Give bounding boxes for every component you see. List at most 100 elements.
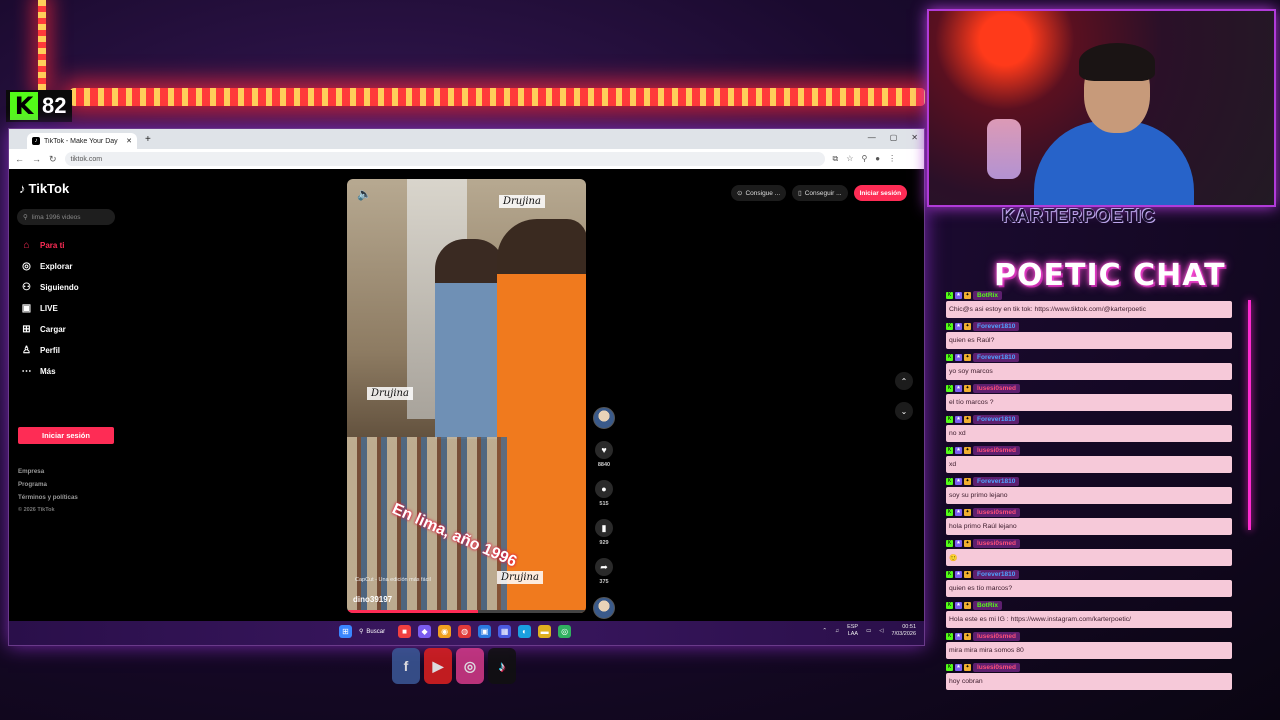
sidebar-item-siguiendo[interactable]: ⚇ Siguiendo [21, 277, 79, 298]
sidebar-item-cargar[interactable]: ⊞ Cargar [21, 319, 79, 340]
chat-message: K ★ ✦ lusesi0smed xd [946, 445, 1232, 473]
network-icon[interactable]: ▭ [866, 628, 871, 634]
edge-icon[interactable]: ◐ [518, 625, 532, 638]
sound-action[interactable] [593, 597, 615, 619]
taskbar-search-label: Buscar [366, 628, 386, 635]
url-input[interactable]: tiktok.com [64, 152, 825, 166]
chat-username[interactable]: Forever1810 [973, 414, 1020, 424]
app-icon[interactable]: ◎ [558, 625, 572, 638]
sidebar-item-perfil[interactable]: ♙ Perfil [21, 340, 79, 361]
chat-username[interactable]: Forever1810 [973, 569, 1020, 579]
chat-username[interactable]: BotRix [973, 600, 1002, 610]
star-badge-icon: ✦ [964, 632, 971, 640]
taskbar-search[interactable]: ⚲ Buscar [359, 628, 386, 636]
browser-menu-icon[interactable]: ⋮ [888, 154, 896, 164]
search-icon: ⚲ [359, 629, 364, 635]
chat-username[interactable]: BotRix [973, 290, 1002, 300]
subscriber-badge-icon: ★ [955, 291, 962, 299]
share-icon[interactable]: ➦ [595, 558, 613, 576]
chat-message-header: K ★ ✦ BotRix [946, 290, 1232, 300]
chat-username[interactable]: lusesi0smed [973, 631, 1021, 641]
browser-tab[interactable]: ♪ TikTok - Make Your Day ✕ [27, 133, 137, 149]
close-window-button[interactable]: ✕ [911, 133, 918, 142]
chat-message-header: K ★ ✦ lusesi0smed [946, 445, 1232, 455]
chat-message-text: Chic@s asi estoy en tik tok: https://www… [946, 301, 1232, 318]
save-action[interactable]: ▮ 929 [595, 519, 613, 546]
chat-username[interactable]: Forever1810 [973, 321, 1020, 331]
footer-link-terminos[interactable]: Términos y políticas [18, 491, 78, 504]
heart-icon[interactable]: ♥ [595, 441, 613, 459]
clock[interactable]: 00:51 7/03/2026 [892, 624, 916, 638]
volume-icon[interactable]: ◁ [879, 628, 883, 634]
browser-toolbar-icons: ⧉ ☆ ⚲ ● ⋮ [833, 154, 897, 164]
chat-username[interactable]: lusesi0smed [973, 538, 1021, 548]
sidebar-item-para-ti[interactable]: ⌂ Para ti [21, 235, 79, 256]
creator-avatar[interactable] [593, 407, 615, 429]
share-action[interactable]: ➦ 375 [595, 558, 613, 585]
chat-username[interactable]: Forever1810 [973, 476, 1020, 486]
bookmark-icon[interactable]: ▮ [595, 519, 613, 537]
previous-video-chevron-up-icon[interactable]: ⌃ [895, 372, 913, 390]
chat-username[interactable]: lusesi0smed [973, 662, 1021, 672]
top-login-button[interactable]: Iniciar sesión [853, 185, 908, 201]
footer-link-empresa[interactable]: Empresa [18, 465, 78, 478]
sidebar-item-mas[interactable]: ⋯ Más [21, 361, 79, 382]
search-input[interactable]: ⚲ lima 1996 videos [17, 209, 115, 225]
coin-icon: ⊙ [737, 190, 743, 197]
comment-action[interactable]: ● 515 [595, 480, 613, 507]
chevron-up-icon[interactable]: ⌃ [822, 628, 827, 634]
forward-arrow-icon[interactable]: → [32, 154, 41, 164]
mic-icon[interactable]: ♫ [835, 628, 839, 634]
app-icon[interactable]: ◆ [418, 625, 432, 638]
chat-message-text: no xd [946, 425, 1232, 442]
chat-username[interactable]: lusesi0smed [973, 507, 1021, 517]
tab-close-icon[interactable]: ✕ [126, 137, 132, 145]
chat-username[interactable]: lusesi0smed [973, 383, 1021, 393]
new-tab-button[interactable]: + [145, 134, 151, 145]
sidebar-item-explorar[interactable]: ◎ Explorar [21, 256, 79, 277]
phone-icon: ▯ [798, 190, 802, 197]
chat-username[interactable]: Forever1810 [973, 352, 1020, 362]
reload-icon[interactable]: ↻ [49, 154, 57, 165]
extensions-icon[interactable]: ⚲ [861, 154, 867, 164]
kick-badge-icon: K [946, 353, 953, 361]
instagram-icon: ◎ [456, 648, 484, 684]
install-app-icon[interactable]: ⧉ [833, 154, 839, 164]
language-indicator[interactable]: ESP LAA [847, 624, 858, 638]
tiktok-logo[interactable]: ♪ TikTok [19, 181, 69, 196]
sound-disc-icon[interactable] [593, 597, 615, 619]
chat-message-text: yo soy marcos [946, 363, 1232, 380]
app-icon[interactable]: ■ [398, 625, 412, 638]
kick-badge-icon: K [946, 508, 953, 516]
profile-avatar-icon[interactable]: ● [875, 154, 880, 164]
get-coins-button[interactable]: ⊙ Consigue ... [731, 185, 787, 201]
calendar-icon[interactable]: ▦ [498, 625, 512, 638]
obs-icon[interactable]: ◍ [458, 625, 472, 638]
video-progress-bar[interactable] [347, 610, 586, 613]
maximize-button[interactable]: ▢ [890, 133, 898, 142]
next-video-chevron-down-icon[interactable]: ⌄ [895, 402, 913, 420]
search-placeholder: lima 1996 videos [31, 213, 81, 221]
kick-viewer-badge: K 82 [6, 90, 72, 122]
back-arrow-icon[interactable]: ← [15, 154, 24, 164]
sidebar-item-live[interactable]: ▣ LIVE [21, 298, 79, 319]
windows-start-icon[interactable]: ⊞ [339, 625, 352, 638]
capcut-label[interactable]: CapCut - Una edición más fácil [355, 577, 431, 583]
mute-icon[interactable]: 🔈 [357, 187, 372, 201]
video-player[interactable]: 🔈 Drujina Drujina Drujina En lima, año 1… [347, 179, 586, 613]
video-username[interactable]: dino39197 [353, 595, 392, 604]
chrome-icon[interactable]: ◉ [438, 625, 452, 638]
bookmark-star-icon[interactable]: ☆ [846, 154, 853, 164]
comment-icon[interactable]: ● [595, 480, 613, 498]
chat-message-header: K ★ ✦ lusesi0smed [946, 631, 1232, 641]
chat-username[interactable]: lusesi0smed [973, 445, 1021, 455]
minimize-button[interactable]: — [868, 133, 876, 142]
app-icon[interactable]: ▣ [478, 625, 492, 638]
subscriber-badge-icon: ★ [955, 353, 962, 361]
footer-link-programa[interactable]: Programa [18, 478, 78, 491]
get-app-button[interactable]: ▯ Conseguir ... [792, 185, 848, 201]
login-button[interactable]: Iniciar sesión [18, 427, 114, 444]
folder-icon[interactable]: ▬ [538, 625, 552, 638]
subscriber-badge-icon: ★ [955, 415, 962, 423]
like-action[interactable]: ♥ 8840 [595, 441, 613, 468]
